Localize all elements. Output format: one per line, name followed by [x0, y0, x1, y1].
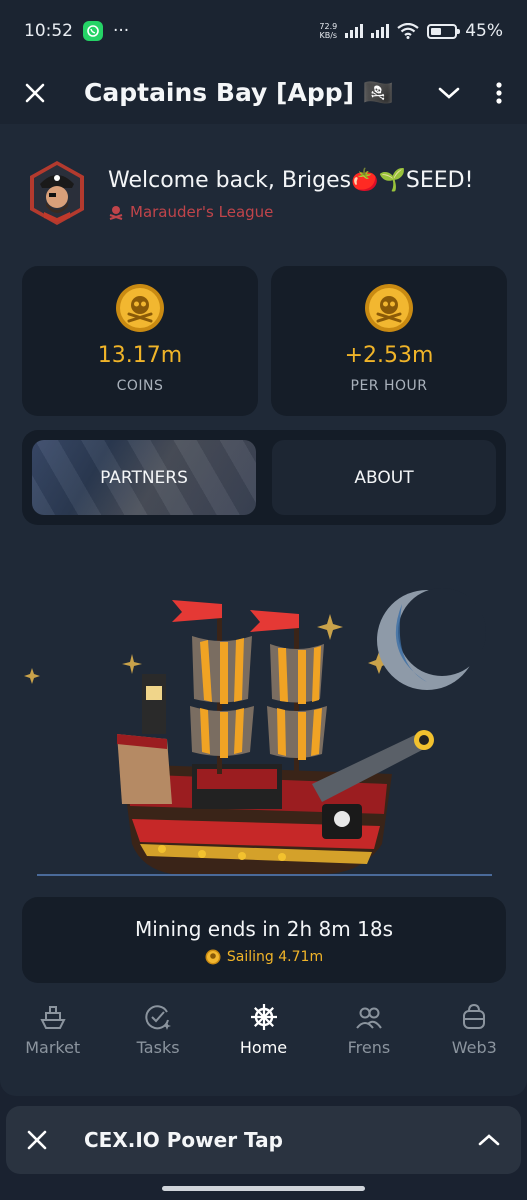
partners-button[interactable]: PARTNERS [32, 440, 256, 515]
app-header: Captains Bay [App] 🏴‍☠️ [0, 62, 527, 124]
signal-icon-2 [371, 24, 390, 38]
about-label: ABOUT [354, 467, 414, 488]
skull-coin-icon [205, 949, 221, 965]
home-indicator[interactable] [162, 1186, 365, 1191]
tab-home[interactable]: Home [211, 1002, 316, 1082]
close-icon[interactable] [26, 1129, 48, 1151]
skull-coin-icon [116, 284, 164, 332]
close-icon[interactable] [24, 82, 46, 104]
skull-crossbones-icon [109, 206, 123, 220]
battery-icon [427, 23, 461, 39]
sailing-amount: Sailing 4.71m [22, 949, 506, 965]
tab-web3[interactable]: Web3 [422, 1002, 527, 1082]
friends-icon [356, 1007, 382, 1029]
mining-timer: Mining ends in 2h 8m 18s [134, 917, 393, 941]
welcome-section: Welcome back, Briges🍅🌱SEED! Marauder's L… [28, 160, 473, 226]
skull-coin-icon [365, 284, 413, 332]
ship-wheel-icon [250, 1004, 277, 1030]
wifi-icon [397, 23, 419, 39]
pirate-ship-illustration[interactable] [22, 574, 507, 884]
tab-market-label: Market [25, 1038, 81, 1057]
per-hour-card: +2.53m PER HOUR [271, 266, 507, 416]
partners-label: PARTNERS [100, 467, 188, 488]
nav-button-group: PARTNERS ABOUT [22, 430, 506, 525]
tab-market[interactable]: Market [0, 1002, 105, 1082]
tab-frens[interactable]: Frens [316, 1002, 421, 1082]
tab-web3-label: Web3 [451, 1038, 497, 1057]
ship-icon [40, 1006, 66, 1029]
whatsapp-icon [83, 21, 103, 41]
coins-value: 13.17m [97, 343, 183, 368]
chevron-up-icon[interactable] [477, 1132, 501, 1148]
chevron-down-icon[interactable] [437, 85, 461, 101]
more-notifications-icon: ··· [113, 21, 130, 41]
tab-tasks-label: Tasks [136, 1038, 180, 1057]
pirate-avatar[interactable] [28, 160, 86, 226]
status-time: 10:52 [24, 21, 73, 41]
per-hour-label: PER HOUR [350, 378, 428, 394]
tab-tasks[interactable]: Tasks [105, 1002, 210, 1082]
signal-icon [345, 24, 364, 38]
sailing-value: Sailing 4.71m [226, 949, 324, 965]
bottom-tab-bar: Market Tasks Home Frens Web3 [0, 1002, 527, 1082]
tab-home-label: Home [239, 1038, 288, 1057]
league-name: Marauder's League [130, 203, 274, 221]
tab-frens-label: Frens [347, 1038, 391, 1057]
welcome-message: Welcome back, Briges🍅🌱SEED! [108, 168, 474, 193]
minimized-app-panel[interactable]: CEX.IO Power Tap [6, 1106, 521, 1174]
check-sparkle-icon [145, 1005, 172, 1030]
about-button[interactable]: ABOUT [272, 440, 496, 515]
coins-card: 13.17m COINS [22, 266, 258, 416]
app-title: Captains Bay [App] 🏴‍☠️ [84, 78, 394, 107]
minimized-app-title: CEX.IO Power Tap [84, 1128, 283, 1152]
coins-label: COINS [116, 378, 164, 394]
per-hour-value: +2.53m [344, 343, 434, 368]
status-bar: 10:52 ··· 72.9 KB/s 45% [0, 0, 527, 62]
league-link[interactable]: Marauder's League [108, 203, 473, 221]
wallet-bag-icon [463, 1003, 486, 1029]
more-vertical-icon[interactable] [495, 81, 503, 105]
battery-percent: 45% [465, 21, 503, 41]
network-speed: 72.9 KB/s [319, 22, 338, 40]
mining-status-card[interactable]: Mining ends in 2h 8m 18s Sailing 4.71m [22, 897, 506, 983]
main-content: Welcome back, Briges🍅🌱SEED! Marauder's L… [0, 124, 527, 1096]
